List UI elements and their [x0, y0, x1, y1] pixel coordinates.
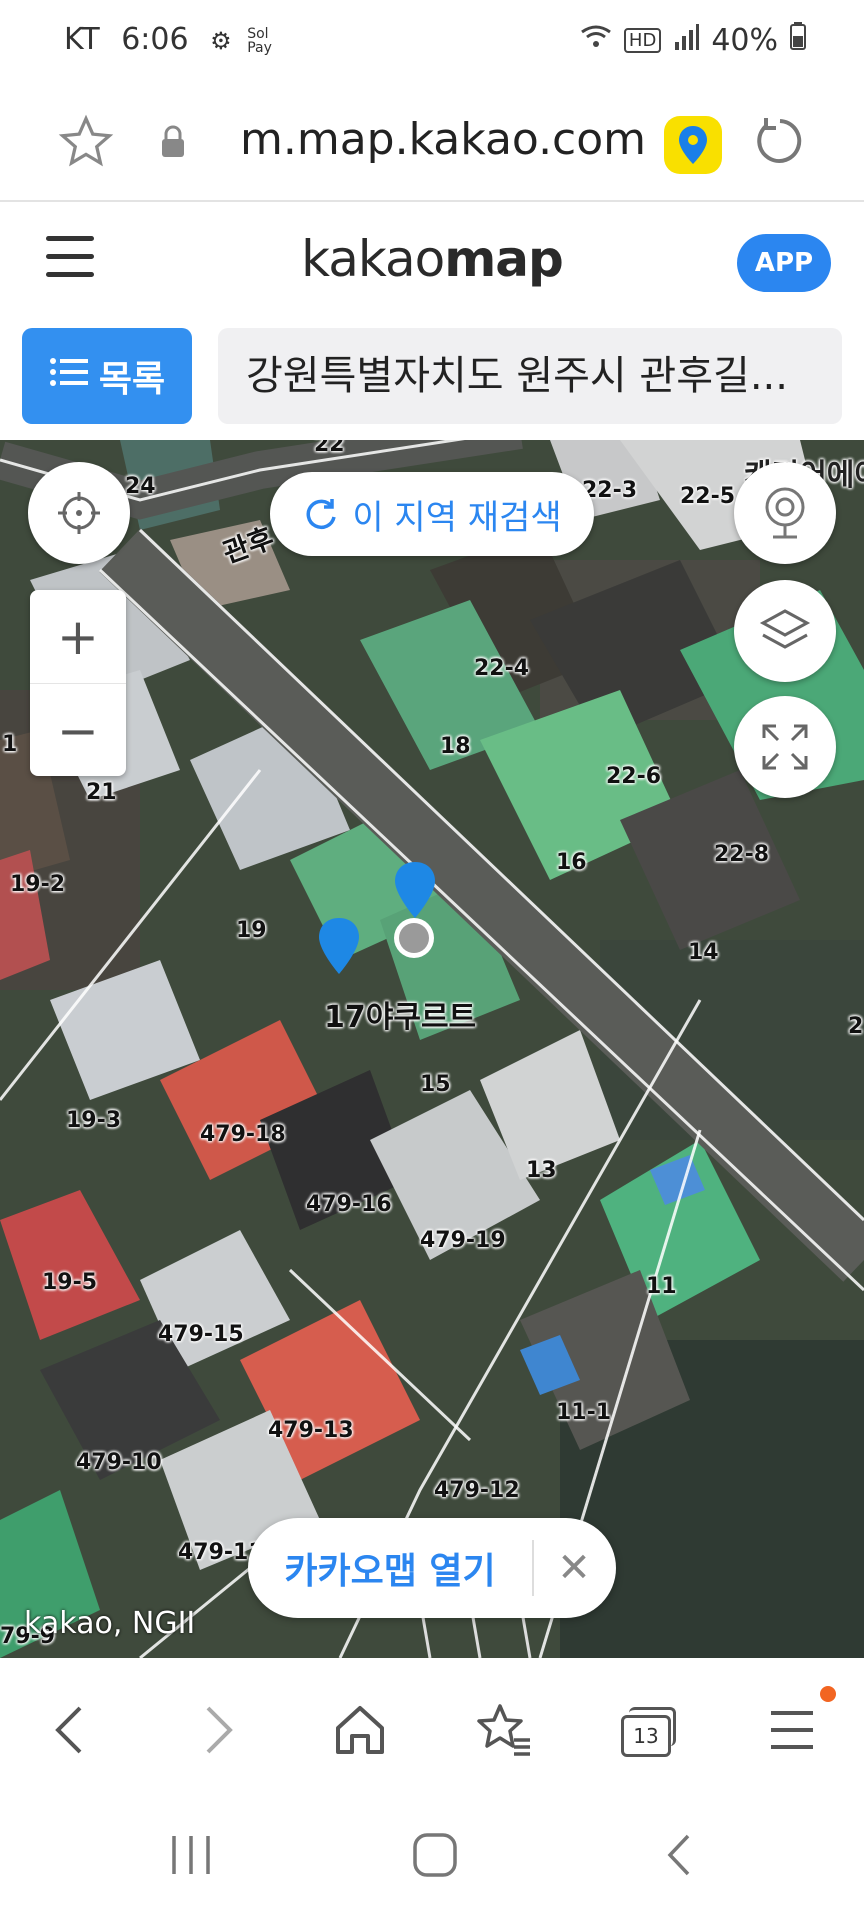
research-area-button[interactable]: 이 지역 재검색: [270, 472, 594, 556]
map-copyright: kakao, NGII: [24, 1606, 196, 1641]
poi-label-yakult[interactable]: 17야쿠르트: [324, 992, 476, 1036]
lot-label: 11: [646, 1274, 677, 1299]
lot-label: 21: [86, 780, 117, 805]
lot-label: 22-6: [606, 764, 662, 789]
lot-label: 22-4: [474, 656, 530, 681]
roadview-camera-icon: [765, 487, 805, 539]
lot-label: 19-5: [42, 1270, 98, 1295]
lot-label: 15: [420, 1072, 451, 1097]
research-area-label: 이 지역 재검색: [352, 497, 562, 538]
layers-icon: [759, 609, 811, 649]
lot-label: 479-12: [434, 1478, 520, 1503]
lot-label: 19-3: [66, 1108, 122, 1133]
roadview-button[interactable]: [734, 462, 836, 564]
notification-dot: [820, 1686, 836, 1702]
lot-label: 479-19: [420, 1228, 506, 1253]
back-nav-icon[interactable]: [660, 1832, 700, 1882]
battery-icon: [790, 22, 806, 58]
time-label: 6:06: [121, 22, 189, 57]
lot-label: 16: [556, 850, 587, 875]
lot-label: 13: [526, 1158, 557, 1183]
lot-label: 11-1: [556, 1400, 612, 1425]
browser-url-bar: m.map.kakao.com: [0, 88, 864, 202]
brand-bold: map: [444, 230, 564, 288]
search-query-field[interactable]: 강원특별자치도 원주시 관후길...: [218, 328, 842, 424]
signal-icon: [673, 23, 700, 58]
wifi-icon: [580, 23, 612, 58]
refresh-icon: [306, 499, 337, 530]
sol-pay-icon: Sol Pay: [247, 25, 272, 56]
system-navigation-bar: [0, 1796, 864, 1920]
recent-apps-icon[interactable]: [168, 1832, 214, 1882]
close-banner-icon[interactable]: ✕: [534, 1545, 614, 1591]
list-icon: [49, 356, 89, 397]
lock-icon: [158, 124, 188, 164]
fullscreen-button[interactable]: [734, 696, 836, 798]
lot-label: 479-16: [306, 1192, 392, 1217]
kakaomap-header: kakaomap APP: [0, 202, 864, 320]
lot-label: 479-13: [268, 1418, 354, 1443]
back-icon[interactable]: [34, 1694, 106, 1766]
lot-label: 2: [848, 1014, 864, 1039]
satellite-map[interactable]: 24 22-3 22-5 22-4 18 22-6 21 16 22-8 19-…: [0, 440, 864, 1658]
status-left: KT 6:06 ⚙ Sol Pay: [64, 22, 287, 57]
url-text[interactable]: m.map.kakao.com: [240, 114, 646, 165]
open-kakaomap-banner: 카카오맵 열기 ✕: [248, 1518, 616, 1618]
zoom-in-button[interactable]: +: [30, 590, 126, 684]
map-pin-marker[interactable]: [316, 916, 362, 982]
home-icon[interactable]: [324, 1694, 396, 1766]
expand-icon: [762, 724, 808, 770]
hd-voice-icon: HD: [623, 27, 662, 53]
lot-label: 24: [125, 474, 156, 499]
zoom-out-button[interactable]: −: [30, 684, 126, 777]
status-bar: KT 6:06 ⚙ Sol Pay HD 40%: [0, 0, 864, 88]
kakaomap-logo: kakaomap: [0, 230, 864, 288]
lot-label: 22: [314, 440, 345, 457]
bookmarks-icon[interactable]: [468, 1694, 540, 1766]
crosshair-icon: [58, 492, 100, 534]
reload-icon[interactable]: [750, 112, 808, 174]
carrier-label: KT: [64, 22, 100, 57]
lot-label: 18: [440, 734, 471, 759]
lot-label: 19: [236, 918, 267, 943]
tab-count: 13: [621, 1715, 671, 1757]
forward-icon[interactable]: [182, 1694, 254, 1766]
lot-label: 14: [688, 940, 719, 965]
list-button-label: 목록: [98, 359, 166, 400]
gear-notification-icon: ⚙: [210, 27, 232, 55]
kakaomap-pin-icon[interactable]: [664, 116, 722, 174]
my-location-button[interactable]: [28, 462, 130, 564]
lot-label: 19-2: [10, 872, 66, 897]
lot-label: 22-8: [714, 842, 770, 867]
bookmark-star-icon[interactable]: [58, 114, 114, 174]
lot-label: 1: [2, 732, 18, 757]
open-kakaomap-button[interactable]: 카카오맵 열기: [248, 1542, 532, 1594]
zoom-control: + −: [30, 590, 126, 776]
search-row: 목록 강원특별자치도 원주시 관후길...: [0, 320, 864, 440]
map-layers-button[interactable]: [734, 580, 836, 682]
brand-light: kakao: [301, 230, 445, 288]
tabs-icon[interactable]: 13: [612, 1694, 684, 1766]
app-button[interactable]: APP: [737, 234, 831, 292]
map-pin-marker[interactable]: [392, 860, 438, 926]
lot-label: 479-10: [76, 1450, 162, 1475]
lot-label: 479-18: [200, 1122, 286, 1147]
browser-menu-icon[interactable]: [756, 1686, 836, 1766]
status-right: HD 40%: [580, 22, 806, 58]
lot-label: 479-15: [158, 1322, 244, 1347]
home-nav-icon[interactable]: [412, 1832, 458, 1882]
browser-toolbar: 13: [0, 1660, 864, 1796]
battery-percent: 40%: [711, 22, 778, 58]
list-button[interactable]: 목록: [22, 328, 192, 424]
lot-label: 22-5: [680, 484, 736, 509]
